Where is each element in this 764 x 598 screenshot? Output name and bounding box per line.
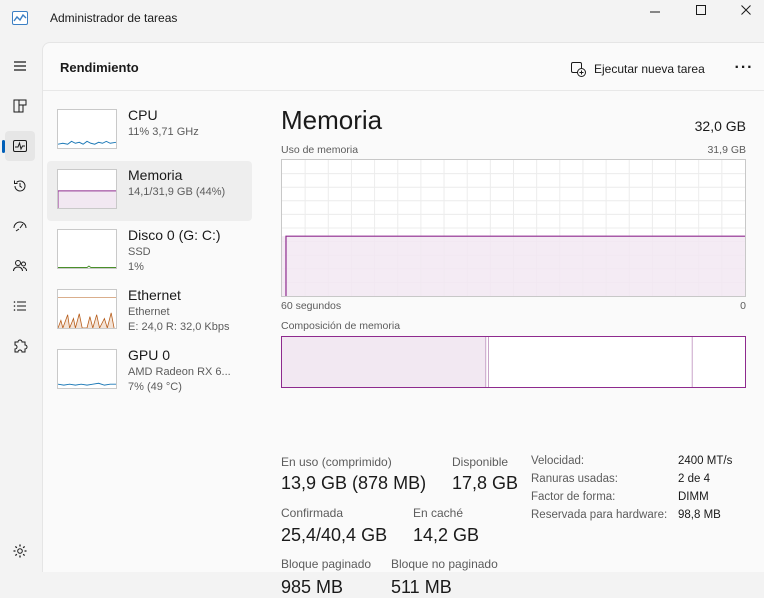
paged-pool-value: 985 MB bbox=[281, 577, 344, 597]
committed-value: 25,4/40,4 GB bbox=[281, 525, 388, 545]
in-use-value: 13,9 GB (878 MB) bbox=[281, 473, 427, 493]
history-icon bbox=[14, 180, 26, 192]
cached-value: 14,2 GB bbox=[413, 525, 480, 545]
spec-value: 2400 MT/s bbox=[678, 455, 733, 467]
memory-thumbnail-graph bbox=[57, 169, 117, 209]
hamburger-icon bbox=[14, 61, 26, 71]
task-manager-app-icon bbox=[12, 11, 28, 25]
list-icon bbox=[13, 301, 26, 311]
more-options-button[interactable]: ··· bbox=[733, 57, 755, 79]
device-disk[interactable]: Disco 0 (G: C:) SSD 1% bbox=[47, 221, 252, 281]
gpu-thumbnail-graph bbox=[57, 349, 117, 389]
device-type: AMD Radeon RX 6... bbox=[128, 366, 231, 378]
run-new-task-button[interactable]: Ejecutar nueva tarea bbox=[570, 59, 705, 79]
users-icon bbox=[13, 260, 27, 272]
performance-icon bbox=[13, 140, 27, 152]
spec-value: 98,8 MB bbox=[678, 509, 721, 521]
nonpaged-pool-value: 511 MB bbox=[391, 577, 452, 597]
page-title: Rendimiento bbox=[60, 60, 139, 75]
device-type: SSD bbox=[128, 246, 151, 258]
minimize-button[interactable] bbox=[632, 0, 678, 20]
committed-label: Confirmada bbox=[281, 506, 344, 520]
device-name: Disco 0 (G: C:) bbox=[128, 227, 221, 243]
main-content: Rendimiento Ejecutar nueva tarea ··· CPU… bbox=[42, 42, 764, 597]
available-label: Disponible bbox=[452, 455, 509, 469]
memory-composition-bar bbox=[281, 336, 746, 388]
device-name: CPU bbox=[128, 107, 158, 123]
more-icon: ··· bbox=[734, 59, 754, 76]
title-bar: Administrador de tareas bbox=[0, 0, 764, 42]
close-icon bbox=[741, 5, 751, 15]
usage-graph-label: Uso de memoria bbox=[281, 144, 359, 156]
device-name: Ethernet bbox=[128, 287, 181, 303]
nav-performance[interactable] bbox=[2, 131, 35, 161]
in-use-label: En uso (comprimido) bbox=[281, 455, 392, 469]
spec-key: Velocidad: bbox=[531, 455, 585, 467]
device-detail: E: 24,0 R: 32,0 Kbps bbox=[128, 321, 230, 333]
close-button[interactable] bbox=[723, 0, 764, 20]
memory-total: 32,0 GB bbox=[694, 118, 746, 134]
nav-details[interactable] bbox=[5, 291, 35, 321]
spec-value: DIMM bbox=[678, 491, 709, 503]
spec-value: 2 de 4 bbox=[678, 473, 710, 485]
toolbar: Rendimiento Ejecutar nueva tarea ··· bbox=[43, 43, 764, 91]
gear-icon bbox=[13, 544, 27, 558]
device-detail: 1% bbox=[128, 261, 144, 273]
spec-key: Factor de forma: bbox=[531, 491, 616, 503]
minimize-icon bbox=[650, 11, 660, 13]
device-cpu[interactable]: CPU 11% 3,71 GHz bbox=[47, 101, 252, 161]
device-name: GPU 0 bbox=[128, 347, 171, 363]
maximize-button[interactable] bbox=[678, 0, 724, 20]
usage-fill bbox=[282, 236, 745, 296]
available-value: 17,8 GB bbox=[452, 473, 519, 493]
paged-pool-label: Bloque paginado bbox=[281, 557, 372, 571]
navigation-rail bbox=[0, 42, 42, 572]
device-gpu[interactable]: GPU 0 AMD Radeon RX 6... 7% (49 °C) bbox=[47, 341, 252, 401]
puzzle-icon bbox=[14, 339, 28, 353]
device-detail: 7% (49 °C) bbox=[128, 381, 182, 393]
usage-graph-max: 31,9 GB bbox=[707, 144, 746, 156]
composition-label: Composición de memoria bbox=[281, 320, 401, 332]
nav-services[interactable] bbox=[5, 331, 35, 361]
time-zero-label: 0 bbox=[740, 300, 746, 312]
nav-settings[interactable] bbox=[5, 536, 35, 566]
maximize-icon bbox=[696, 5, 706, 15]
disk-thumbnail-graph bbox=[57, 229, 117, 269]
spec-key: Reservada para hardware: bbox=[531, 509, 668, 521]
memory-usage-graph bbox=[281, 159, 746, 297]
spec-key: Ranuras usadas: bbox=[531, 473, 618, 485]
nav-app-history[interactable] bbox=[5, 171, 35, 201]
ethernet-thumbnail-graph bbox=[57, 289, 117, 329]
menu-button[interactable] bbox=[5, 51, 35, 81]
speedometer-icon bbox=[13, 221, 27, 232]
new-task-icon bbox=[571, 62, 586, 77]
run-new-task-label: Ejecutar nueva tarea bbox=[594, 62, 705, 76]
window-title: Administrador de tareas bbox=[50, 11, 178, 25]
cpu-thumbnail-graph bbox=[57, 109, 117, 149]
nav-startup-apps[interactable] bbox=[5, 211, 35, 241]
device-detail: 11% 3,71 GHz bbox=[128, 126, 199, 138]
processes-icon bbox=[13, 99, 27, 113]
nav-processes[interactable] bbox=[5, 91, 35, 121]
nav-users[interactable] bbox=[5, 251, 35, 281]
device-detail: 14,1/31,9 GB (44%) bbox=[128, 186, 226, 198]
device-ethernet[interactable]: Ethernet Ethernet E: 24,0 R: 32,0 Kbps bbox=[47, 281, 252, 341]
device-name: Memoria bbox=[128, 167, 183, 183]
device-type: Ethernet bbox=[128, 306, 170, 318]
time-span-label: 60 segundos bbox=[281, 300, 342, 312]
composition-in-use bbox=[282, 337, 486, 387]
device-memory[interactable]: Memoria 14,1/31,9 GB (44%) bbox=[47, 161, 252, 221]
cached-label: En caché bbox=[413, 506, 464, 520]
memory-title: Memoria bbox=[281, 105, 383, 135]
nonpaged-pool-label: Bloque no paginado bbox=[391, 557, 498, 571]
